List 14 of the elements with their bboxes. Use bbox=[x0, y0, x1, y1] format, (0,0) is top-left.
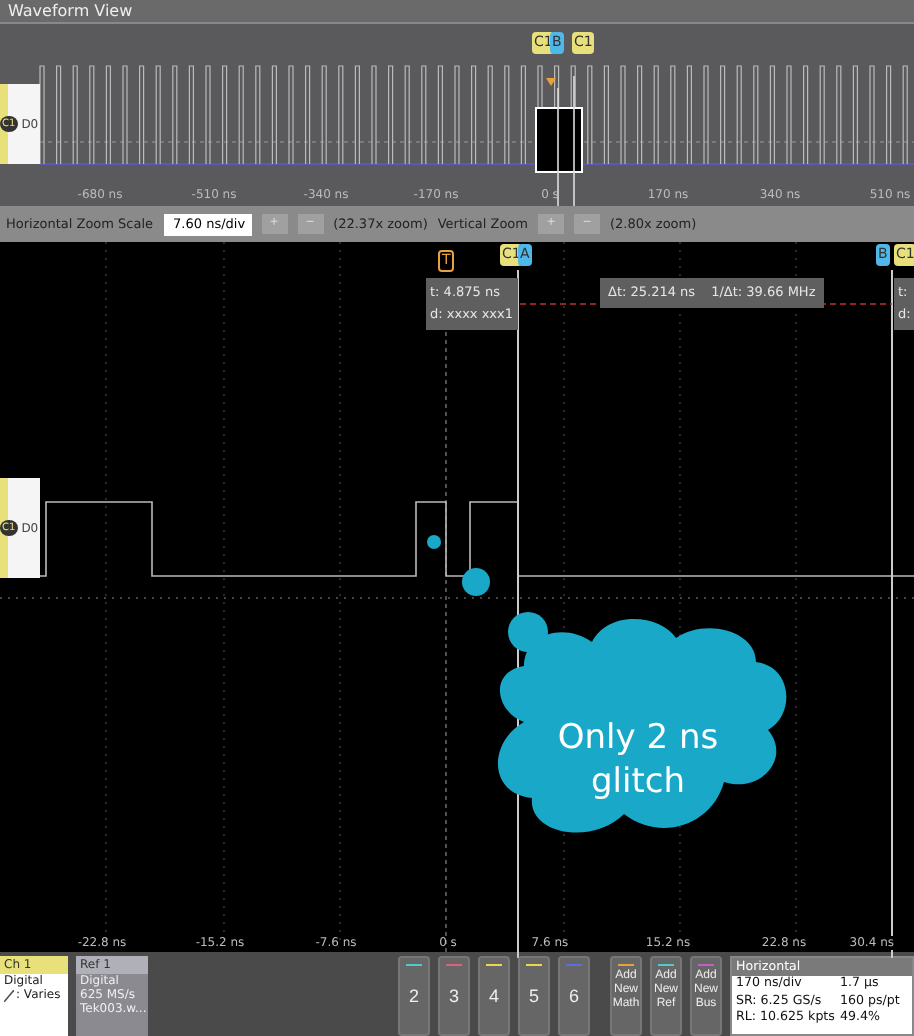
channel-button[interactable]: 5 bbox=[518, 956, 550, 1036]
cursor-line bbox=[557, 87, 559, 206]
panel-title: Waveform View bbox=[0, 0, 914, 24]
callout-bubble bbox=[427, 535, 441, 549]
channel-button[interactable]: 3 bbox=[438, 956, 470, 1036]
trigger-marker-icon bbox=[546, 78, 556, 86]
channel-button[interactable]: 6 bbox=[558, 956, 590, 1036]
channel-button[interactable]: 2 bbox=[398, 956, 430, 1036]
zoom-window[interactable] bbox=[535, 107, 583, 173]
channel-button[interactable]: 4 bbox=[478, 956, 510, 1036]
edge-icon bbox=[4, 989, 14, 1001]
cursor-line bbox=[573, 75, 575, 206]
callout-text: Only 2 ns glitch bbox=[555, 716, 721, 804]
callout-bubble bbox=[462, 568, 490, 596]
